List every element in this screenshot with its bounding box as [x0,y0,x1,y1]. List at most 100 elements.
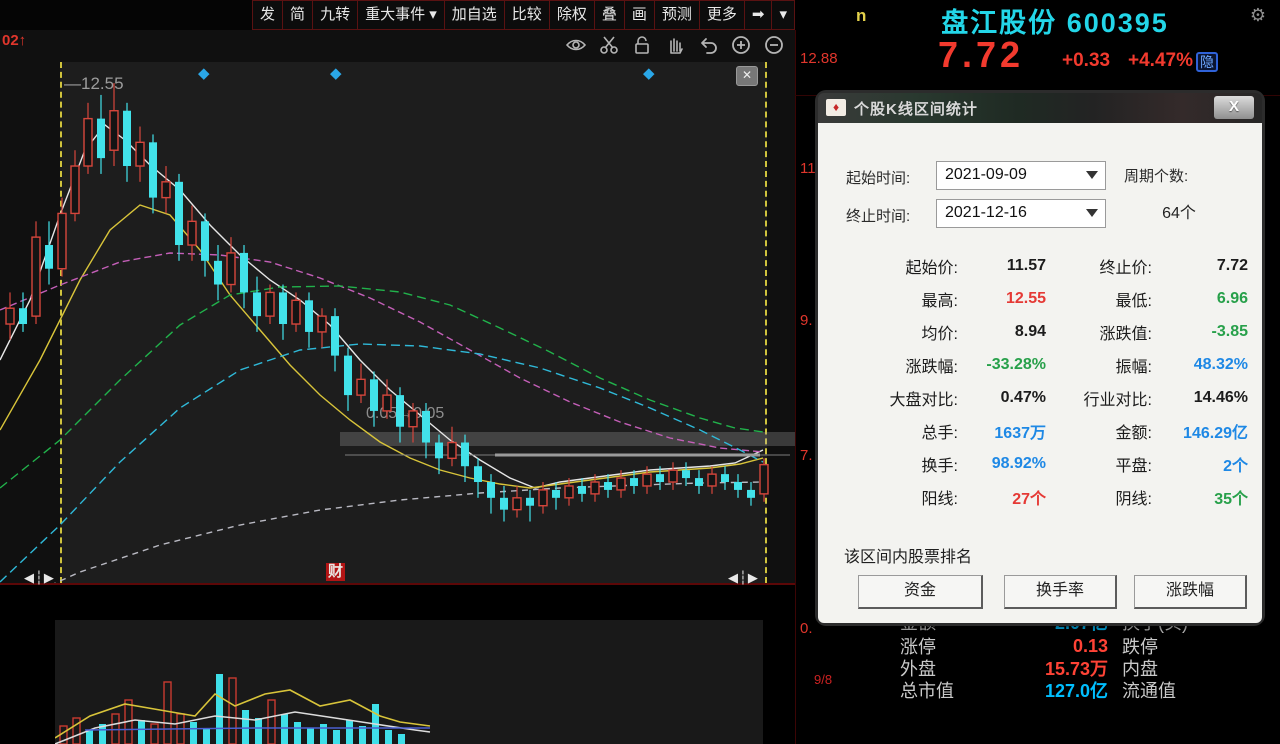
candle [422,403,430,458]
rank-section-label: 该区间内股票排名 [844,543,972,567]
watermark-stamp: 财 [326,563,345,581]
quote-row: 外盘15.73万内盘11.13万 [814,655,1280,677]
scissors-icon[interactable] [598,34,620,56]
toolbar-item-6[interactable]: 除权 [549,0,594,30]
volume-chart [55,620,763,744]
MA-gray [0,482,763,583]
toolbar-item-12[interactable]: ▾ [771,0,795,30]
stats-row: 阳线:27个阴线:35个 [818,480,1262,513]
toolbar-item-1[interactable]: 简 [282,0,312,30]
candle [149,134,157,213]
price-axis-label: 7. [800,447,813,464]
stat-value: 8.94 [958,323,1046,341]
stat-label: 涨跌幅: [818,353,958,377]
volume-bar [255,718,262,744]
period-count-label: 周期个数: [1124,165,1188,186]
chevron-down-icon [1086,171,1098,185]
toolbar-item-10[interactable]: 更多 [699,0,744,30]
stats-row: 起始价:11.57终止价:7.72 [818,249,1262,282]
MA-yellow [0,205,763,488]
toolbar-item-3[interactable]: 重大事件 ▾ [357,0,444,30]
stat-label: 金额: [1046,419,1152,443]
marker-diamond-icon[interactable]: ◆ [643,64,655,82]
volume-bar [281,714,288,744]
price-axis-label: 11. [800,160,820,177]
rank-by-turnover-button[interactable]: 换手率 [1004,575,1117,609]
lock-icon[interactable] [631,34,653,56]
toolbar-item-2[interactable]: 九转 [312,0,357,30]
candle [474,458,482,498]
candle [331,308,339,371]
hand-icon[interactable] [664,34,686,56]
stats-grid: 起始价:11.57终止价:7.72最高:12.55最低:6.96均价:8.94涨… [818,249,1262,513]
volume-bar [138,720,145,744]
start-date-select[interactable]: 2021-09-09 [936,161,1106,190]
candle [552,482,560,510]
panel-divider [795,30,796,744]
rank-by-fund-button[interactable]: 资金 [858,575,983,609]
toolbar-item-8[interactable]: 画 [624,0,654,30]
volume-bar [385,730,392,744]
marker-diamond-icon[interactable]: ◆ [198,64,210,82]
candle [162,166,170,213]
stat-value: 7.72 [1152,257,1248,275]
stat-label: 阳线: [818,485,958,509]
zoom-in-icon[interactable] [730,34,752,56]
candle [409,403,417,443]
start-date-value: 2021-09-09 [945,166,1027,184]
quote-value: 127.0亿 [1226,677,1280,703]
end-time-label: 终止时间: [846,205,910,226]
gear-icon[interactable]: ⚙ [1250,5,1266,26]
stat-label: 阴线: [1046,485,1152,509]
candle [110,83,118,166]
quote-detail-panel: 金额2.07亿换手(实)6.46% 涨停0.13跌停6.65外盘15.73万内盘… [814,618,1280,744]
volume-bar [73,718,80,744]
candle [695,470,703,494]
stat-label: 均价: [818,320,958,344]
volume-bar [307,728,314,744]
volume-bar [346,720,353,744]
range-handle-left[interactable]: ◀┆▶ [24,570,55,586]
stat-label: 大盘对比: [818,386,958,410]
toolbar-item-7[interactable]: 叠 [594,0,624,30]
kline-chart-panel[interactable]: 02↑ ✕ —12.55 0.05→0.05 财 ◀┆▶ ◀┆▶ ◆◆◆ [0,30,795,583]
stat-label: 总手: [818,419,958,443]
end-date-select[interactable]: 2021-12-16 [936,199,1106,228]
stat-value: 27个 [958,485,1046,509]
toolbar-item-4[interactable]: 加自选 [444,0,504,30]
candle [292,292,300,332]
zoom-out-icon[interactable] [763,34,785,56]
dialog-titlebar[interactable]: ♦ 个股K线区间统计 X [818,93,1262,123]
marker-diamond-icon[interactable]: ◆ [330,64,342,82]
candle [188,206,196,261]
stat-label: 平盘: [1046,452,1152,476]
volume-bar [333,730,340,744]
volume-bar [86,730,93,744]
stats-row: 涨跌幅:-33.28%振幅:48.32% [818,348,1262,381]
candle [370,371,378,426]
range-handle-right[interactable]: ◀┆▶ [728,570,759,586]
app-window: 发简九转重大事件 ▾加自选比较除权叠画预测更多➡▾ n 盘江股份 600395 … [0,0,1280,744]
MA-cyan [0,344,763,582]
dialog-close-button[interactable]: X [1214,96,1254,119]
toolbar-item-5[interactable]: 比较 [504,0,549,30]
candle [734,474,742,498]
period-count-value: 64个 [1124,199,1234,223]
candle [383,379,391,419]
candle [682,462,690,486]
candle [6,292,14,339]
stat-value: 11.57 [958,257,1046,275]
price-axis-label: 12.88 [800,50,838,67]
toolbar-item-11[interactable]: ➡ [744,0,772,30]
stat-label: 振幅: [1046,353,1152,377]
stat-value: 98.92% [958,455,1046,473]
toolbar-item-0[interactable]: 发 [252,0,282,30]
status-badge: 隐 [1196,52,1218,72]
eye-icon[interactable] [565,34,587,56]
start-time-label: 起始时间: [846,167,910,188]
undo-icon[interactable] [697,34,719,56]
corner-price-fragment: 02↑ [2,32,26,49]
rank-by-change-button[interactable]: 涨跌幅 [1134,575,1247,609]
quote-value: 0.13 [996,636,1108,657]
toolbar-item-9[interactable]: 预测 [654,0,699,30]
